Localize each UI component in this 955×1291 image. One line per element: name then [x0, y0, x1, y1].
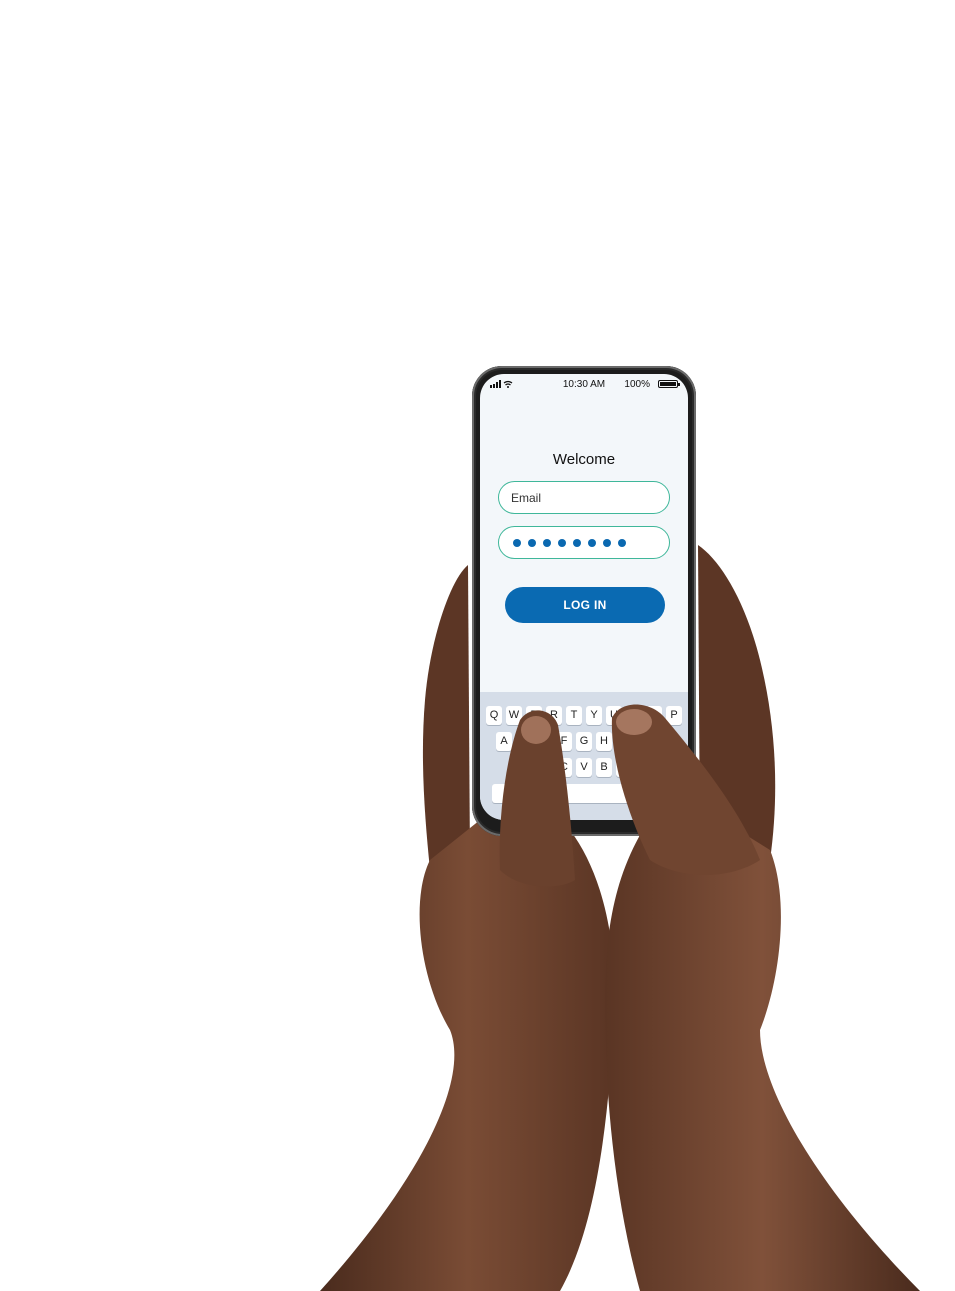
keyboard-key-i[interactable]: I: [626, 706, 642, 725]
password-dot: [558, 539, 566, 547]
password-dot: [618, 539, 626, 547]
password-dot: [573, 539, 581, 547]
email-field-wrapper: [498, 481, 670, 514]
keyboard-key-space[interactable]: [524, 784, 642, 803]
password-field[interactable]: [498, 526, 670, 559]
keyboard-key-q[interactable]: Q: [486, 706, 502, 725]
password-dot: [588, 539, 596, 547]
keyboard-key-s[interactable]: S: [516, 732, 532, 751]
email-field[interactable]: [499, 482, 669, 513]
keyboard-key-o[interactable]: O: [646, 706, 662, 725]
keyboard-key-y[interactable]: Y: [586, 706, 602, 725]
keyboard-key-e[interactable]: E: [526, 706, 542, 725]
password-dot: [528, 539, 536, 547]
keyboard-key-d[interactable]: D: [536, 732, 552, 751]
keyboard-key-v[interactable]: V: [576, 758, 592, 777]
keyboard-key-z[interactable]: Z: [516, 758, 532, 777]
battery-percent: 100%: [624, 379, 650, 390]
phone-screen: 10:30 AM 100% Welcome LOG IN QWERTYUIOP …: [480, 374, 688, 820]
keyboard-key-k[interactable]: K: [636, 732, 652, 751]
keyboard-key-n[interactable]: N: [616, 758, 632, 777]
login-button[interactable]: LOG IN: [505, 587, 665, 623]
keyboard-row-2: ASDFGHJKL: [480, 732, 688, 752]
battery-icon: [658, 380, 680, 388]
status-bar: 10:30 AM 100%: [480, 374, 688, 394]
keyboard-key-r[interactable]: R: [546, 706, 562, 725]
keyboard-key-t[interactable]: T: [566, 706, 582, 725]
keyboard-key-p[interactable]: P: [666, 706, 682, 725]
keyboard-key-j[interactable]: J: [616, 732, 632, 751]
password-dots: [513, 539, 626, 547]
keyboard-row-4: 1: [480, 784, 688, 804]
smartphone: 10:30 AM 100% Welcome LOG IN QWERTYUIOP …: [472, 366, 696, 836]
password-dot: [513, 539, 521, 547]
keyboard-key-w[interactable]: W: [506, 706, 522, 725]
status-time: 10:30 AM: [562, 379, 606, 390]
keyboard-key-x[interactable]: X: [536, 758, 552, 777]
keyboard-row-3: ZXCVBNM: [480, 758, 688, 778]
keyboard-key-c[interactable]: C: [556, 758, 572, 777]
keyboard-row-1: QWERTYUIOP: [480, 706, 688, 726]
welcome-title: Welcome: [552, 451, 616, 468]
photo-scene: 10:30 AM 100% Welcome LOG IN QWERTYUIOP …: [0, 0, 955, 1291]
keyboard-key-u[interactable]: U: [606, 706, 622, 725]
on-screen-keyboard: QWERTYUIOP ASDFGHJKL ZXCVBNM 1: [480, 692, 688, 820]
keyboard-key-numbers[interactable]: 1: [492, 784, 520, 803]
keyboard-key-m[interactable]: M: [636, 758, 652, 777]
keyboard-key-b[interactable]: B: [596, 758, 612, 777]
keyboard-key-h[interactable]: H: [596, 732, 612, 751]
password-dot: [603, 539, 611, 547]
keyboard-key-a[interactable]: A: [496, 732, 512, 751]
keyboard-key-l[interactable]: L: [656, 732, 672, 751]
keyboard-key-f[interactable]: F: [556, 732, 572, 751]
password-dot: [543, 539, 551, 547]
keyboard-key-g[interactable]: G: [576, 732, 592, 751]
